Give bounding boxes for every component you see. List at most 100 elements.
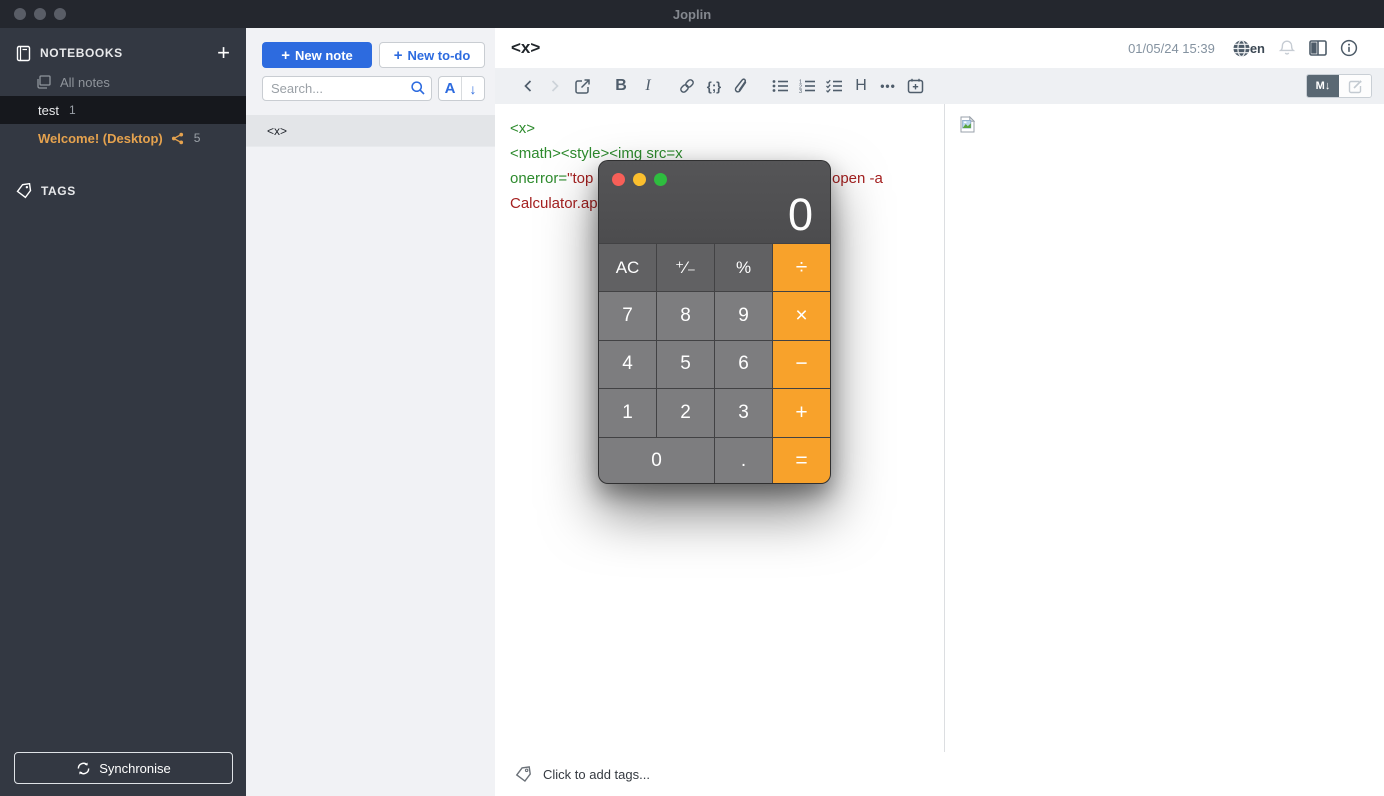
calc-button-⁺⁄₋[interactable]: ⁺⁄₋ [657,244,714,291]
calc-zoom-button[interactable] [654,173,667,186]
svg-text:3: 3 [799,89,802,93]
calc-button-+[interactable]: + [773,389,830,436]
spellcheck-language-label[interactable]: en [1250,41,1265,56]
sidebar: NOTEBOOKS + All notes test 1 Welcome! (D… [0,28,246,796]
more-options-button[interactable]: ••• [875,74,901,98]
sync-icon [76,761,91,776]
new-todo-label: New to-do [407,48,470,63]
calculator-window-controls[interactable] [612,173,667,186]
code-segment: <x> [510,120,535,137]
synchronise-button[interactable]: Synchronise [14,752,233,784]
layout-toggle-icon[interactable] [1309,40,1327,56]
note-viewer [945,104,1384,752]
calc-button-3[interactable]: 3 [715,389,772,436]
sort-field-button[interactable]: A [439,77,462,100]
minimize-window-button[interactable] [34,8,46,20]
calculator-window[interactable]: 0 AC⁺⁄₋%÷ 789× 456− 123+0.= [598,160,831,484]
back-button[interactable] [515,74,541,98]
notebooks-header[interactable]: NOTEBOOKS + [0,38,246,68]
sidebar-item-notebook-test[interactable]: test 1 [0,96,246,124]
calc-button-6[interactable]: 6 [715,341,772,388]
calc-button-.[interactable]: . [715,438,772,484]
calc-button-8[interactable]: 8 [657,292,714,339]
checkbox-list-icon[interactable] [821,74,847,98]
all-notes-label: All notes [60,75,110,90]
share-icon [171,132,184,145]
code-button[interactable]: {;} [701,74,727,98]
note-list: <x> [246,115,495,147]
tags-header-label: TAGS [41,184,230,198]
bulleted-list-icon[interactable] [767,74,793,98]
italic-button[interactable]: I [635,74,661,98]
search-input[interactable] [262,76,432,101]
insert-datetime-icon[interactable] [902,74,928,98]
tag-icon [16,183,32,199]
bold-button[interactable]: B [608,74,634,98]
globe-icon[interactable] [1232,39,1251,58]
calculator-readout: 0 [788,189,813,241]
richtext-mode-button[interactable] [1339,75,1371,97]
notebook-welcome-label: Welcome! (Desktop) [38,131,163,146]
calc-button-=[interactable]: = [773,438,830,484]
numbered-list-icon[interactable]: 123 [794,74,820,98]
code-line: <x> [510,116,929,141]
calc-close-button[interactable] [612,173,625,186]
attach-file-icon[interactable] [728,74,754,98]
note-list-panel: + New note + New to-do A ↓ <x> [246,28,495,796]
notebooks-header-label: NOTEBOOKS [40,46,217,60]
sidebar-item-all-notes[interactable]: All notes [0,68,246,96]
broken-image-icon [960,116,1369,133]
titlebar: Joplin [0,0,1384,28]
search-icon[interactable] [410,80,426,96]
all-notes-icon [36,75,51,89]
notebook-test-count: 1 [69,103,76,117]
code-segment: open -a [832,166,883,191]
close-window-button[interactable] [14,8,26,20]
calc-button-9[interactable]: 9 [715,292,772,339]
calc-button-5[interactable]: 5 [657,341,714,388]
calc-button-1[interactable]: 1 [599,389,656,436]
calc-button-AC[interactable]: AC [599,244,656,291]
window-controls[interactable] [14,8,66,20]
note-date: 01/05/24 15:39 [1128,41,1215,56]
sort-order-button[interactable]: ↓ [462,81,484,97]
plus-icon: + [281,48,290,63]
editor-toolbar: B I {;} 123 H ••• [495,68,1384,104]
calc-button-−[interactable]: − [773,341,830,388]
add-tags-label[interactable]: Click to add tags... [543,767,650,782]
calc-button-7[interactable]: 7 [599,292,656,339]
external-edit-icon[interactable] [569,74,595,98]
joplin-window: Joplin NOTEBOOKS + All notes test 1 Welc… [0,0,1384,796]
forward-button[interactable] [542,74,568,98]
info-icon[interactable] [1340,39,1358,57]
hyperlink-icon[interactable] [674,74,700,98]
window-title: Joplin [673,7,711,22]
markdown-mode-button[interactable]: M↓ [1307,75,1339,97]
sort-control[interactable]: A ↓ [438,76,485,101]
new-todo-button[interactable]: + New to-do [379,42,485,68]
note-title[interactable]: <x> [511,38,1128,58]
add-notebook-button[interactable]: + [217,43,230,63]
calc-minimize-button[interactable] [633,173,646,186]
notebook-test-label: test [38,103,59,118]
calc-button-4[interactable]: 4 [599,341,656,388]
calc-button-÷[interactable]: ÷ [773,244,830,291]
plus-icon: + [394,48,403,63]
alarm-bell-icon[interactable] [1278,39,1296,57]
note-list-item[interactable]: <x> [246,115,495,147]
sidebar-item-notebook-welcome[interactable]: Welcome! (Desktop) 5 [0,124,246,152]
notebook-icon [16,45,31,62]
calc-button-%[interactable]: % [715,244,772,291]
calc-button-2[interactable]: 2 [657,389,714,436]
editor-mode-toggle: M↓ [1306,74,1372,98]
tag-bar[interactable]: Click to add tags... [495,752,1384,796]
new-note-label: New note [295,48,353,63]
tags-header[interactable]: TAGS [0,176,246,206]
zoom-window-button[interactable] [54,8,66,20]
calc-button-0[interactable]: 0 [599,438,714,484]
heading-button[interactable]: H [848,74,874,98]
calculator-keypad: AC⁺⁄₋%÷ 789× 456− 123+0.= [599,243,830,484]
code-segment: Calculator.ap [510,195,598,212]
calc-button-×[interactable]: × [773,292,830,339]
new-note-button[interactable]: + New note [262,42,372,68]
